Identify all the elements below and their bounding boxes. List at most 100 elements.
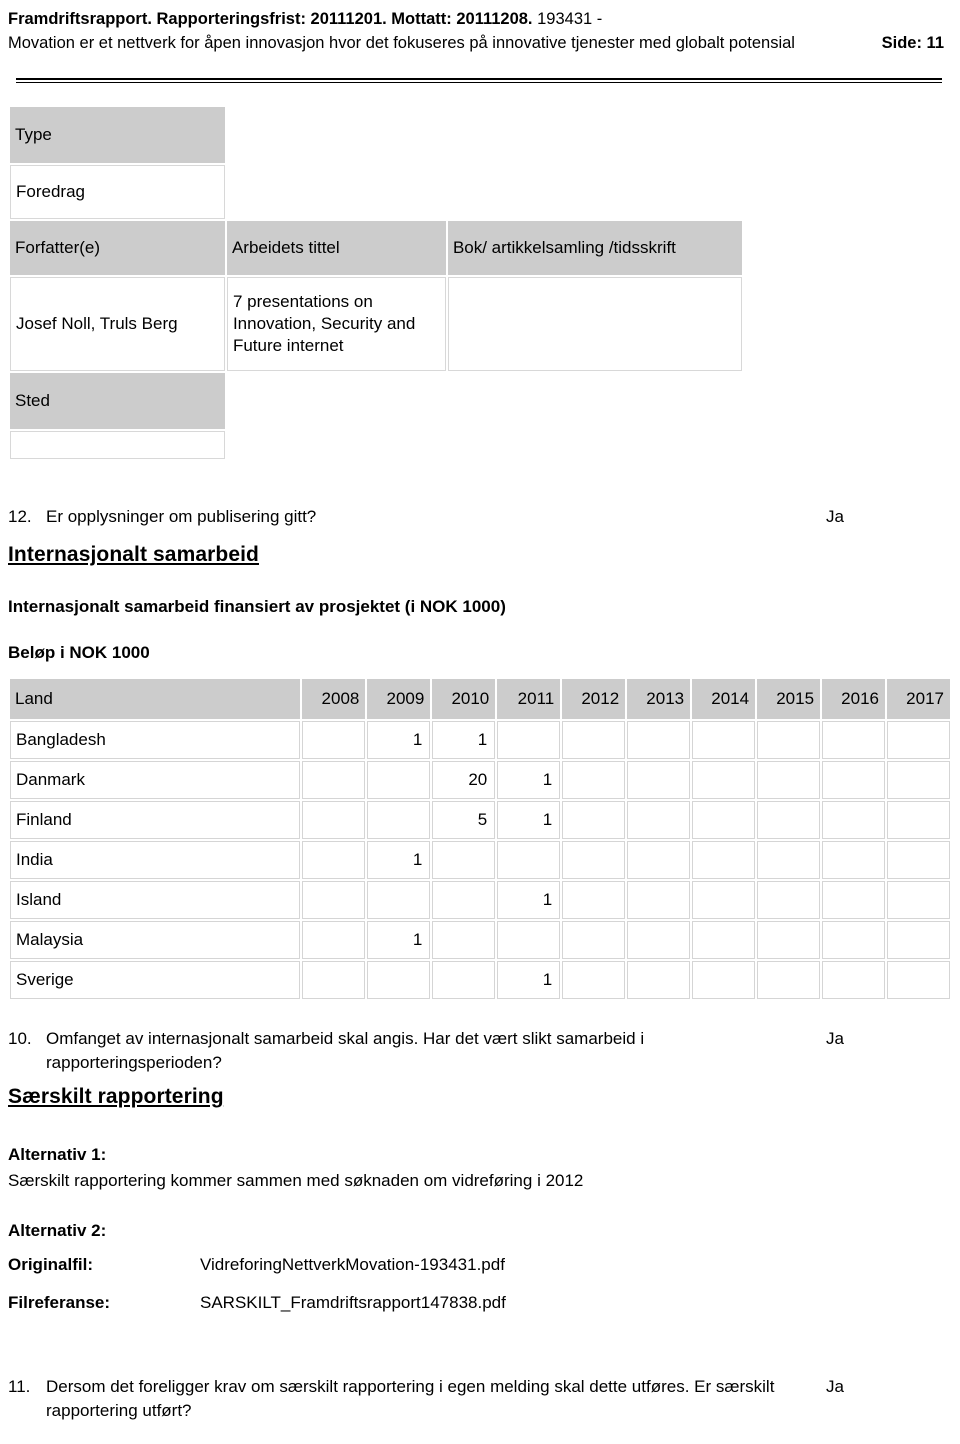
country-value [757, 840, 821, 879]
year-header-2014: 2014 [692, 678, 756, 719]
country-value [822, 960, 885, 999]
question-12-text: Er opplysninger om publisering gitt? [46, 506, 317, 526]
country-value: 1 [367, 840, 431, 879]
page-number-label: Side: 11 [881, 34, 944, 52]
country-value [302, 760, 366, 799]
country-value [627, 840, 691, 879]
country-value [432, 840, 496, 879]
amount-label: Beløp i NOK 1000 [8, 642, 150, 662]
country-value [562, 720, 626, 759]
report-title-line: Framdriftsrapport. Rapporteringsfrist: 2… [8, 8, 795, 32]
country-value [627, 960, 691, 999]
work-title-header-cell: Arbeidets tittel [226, 220, 446, 275]
table-row: Danmark 20 1 [10, 760, 950, 799]
year-header-2017: 2017 [886, 678, 950, 719]
question-11-row: 11. Dersom det foreligger krav om særski… [0, 1375, 960, 1423]
spacer-cell [226, 164, 446, 219]
report-title-bold: Framdriftsrapport. Rapporteringsfrist: 2… [8, 10, 533, 28]
year-header-2011: 2011 [497, 678, 561, 719]
publication-table: Type Foredrag Forfatter(e) Arbeidets tit… [8, 105, 744, 461]
table-row: Sverige 1 [10, 960, 950, 999]
country-value [432, 920, 496, 959]
table-row: Sted [10, 372, 742, 429]
country-value: 1 [497, 960, 561, 999]
original-file-value: VidreforingNettverkMovation-193431.pdf [200, 1255, 505, 1275]
question-10-number: 10. [8, 1028, 32, 1048]
country-value: 1 [367, 920, 431, 959]
country-value [367, 960, 431, 999]
table-row: Josef Noll, Truls Berg 7 presentations o… [10, 276, 742, 371]
table-row: India 1 [10, 840, 950, 879]
country-value [886, 840, 950, 879]
country-value [886, 800, 950, 839]
table-row: Finland 5 1 [10, 800, 950, 839]
country-value [627, 880, 691, 919]
country-name: India [10, 840, 301, 879]
table-row: Island 1 [10, 880, 950, 919]
country-name: Island [10, 880, 301, 919]
header-divider-rule [16, 77, 942, 83]
country-value [692, 720, 756, 759]
table-row: Malaysia 1 [10, 920, 950, 959]
spacer-cell [226, 430, 446, 459]
country-value [757, 720, 821, 759]
country-value [562, 960, 626, 999]
table-header-row: Forfatter(e) Arbeidets tittel Bok/ artik… [10, 220, 742, 275]
country-value [432, 880, 496, 919]
country-value [886, 960, 950, 999]
spacer-cell [226, 106, 446, 163]
special-reporting-section: Særskilt rapportering [0, 1085, 960, 1109]
country-value [757, 920, 821, 959]
country-value [627, 720, 691, 759]
country-value [302, 720, 366, 759]
question-11-number: 11. [8, 1377, 31, 1397]
country-value [692, 760, 756, 799]
country-value [822, 800, 885, 839]
country-value [886, 760, 950, 799]
country-value [822, 840, 885, 879]
country-value [692, 880, 756, 919]
question-12-answer: Ja [826, 506, 844, 526]
country-value [886, 880, 950, 919]
alternativ-1-label: Alternativ 1: [8, 1145, 107, 1165]
international-subtitle: Internasjonalt samarbeid finansiert av p… [8, 596, 506, 616]
country-value [497, 720, 561, 759]
country-value [562, 920, 626, 959]
question-12-row: 12. Er opplysninger om publisering gitt?… [0, 505, 960, 529]
land-table-header-row: Land 2008 2009 2010 2011 2012 2013 2014 … [10, 678, 950, 719]
spacer-cell [447, 430, 742, 459]
country-value [627, 800, 691, 839]
question-11-answer: Ja [826, 1377, 844, 1397]
country-value [757, 880, 821, 919]
country-value [757, 800, 821, 839]
country-value [692, 960, 756, 999]
country-value: 1 [497, 880, 561, 919]
country-value: 5 [432, 800, 496, 839]
country-value: 1 [432, 720, 496, 759]
table-row: Foredrag [10, 164, 742, 219]
country-value [692, 840, 756, 879]
country-value [302, 960, 366, 999]
year-header-2008: 2008 [302, 678, 366, 719]
country-value [627, 760, 691, 799]
country-value [886, 920, 950, 959]
file-reference-row: Filreferanse: SARSKILT_Framdriftsrapport… [8, 1293, 960, 1313]
country-value [497, 920, 561, 959]
country-value [822, 920, 885, 959]
question-10-answer: Ja [826, 1028, 844, 1048]
special-section-title: Særskilt rapportering [8, 1085, 224, 1109]
country-value: 20 [432, 760, 496, 799]
country-value [302, 920, 366, 959]
country-value [757, 760, 821, 799]
international-section: Internasjonalt samarbeid [0, 543, 960, 567]
table-row: Bangladesh 1 1 [10, 720, 950, 759]
international-section-title: Internasjonalt samarbeid [8, 542, 259, 566]
country-value [302, 880, 366, 919]
country-value [367, 880, 431, 919]
country-value [497, 840, 561, 879]
country-value: 1 [497, 800, 561, 839]
country-value [562, 760, 626, 799]
question-11-text: Dersom det foreligger krav om særskilt r… [46, 1377, 775, 1421]
original-file-key: Originalfil: [8, 1255, 93, 1275]
country-value: 1 [367, 720, 431, 759]
